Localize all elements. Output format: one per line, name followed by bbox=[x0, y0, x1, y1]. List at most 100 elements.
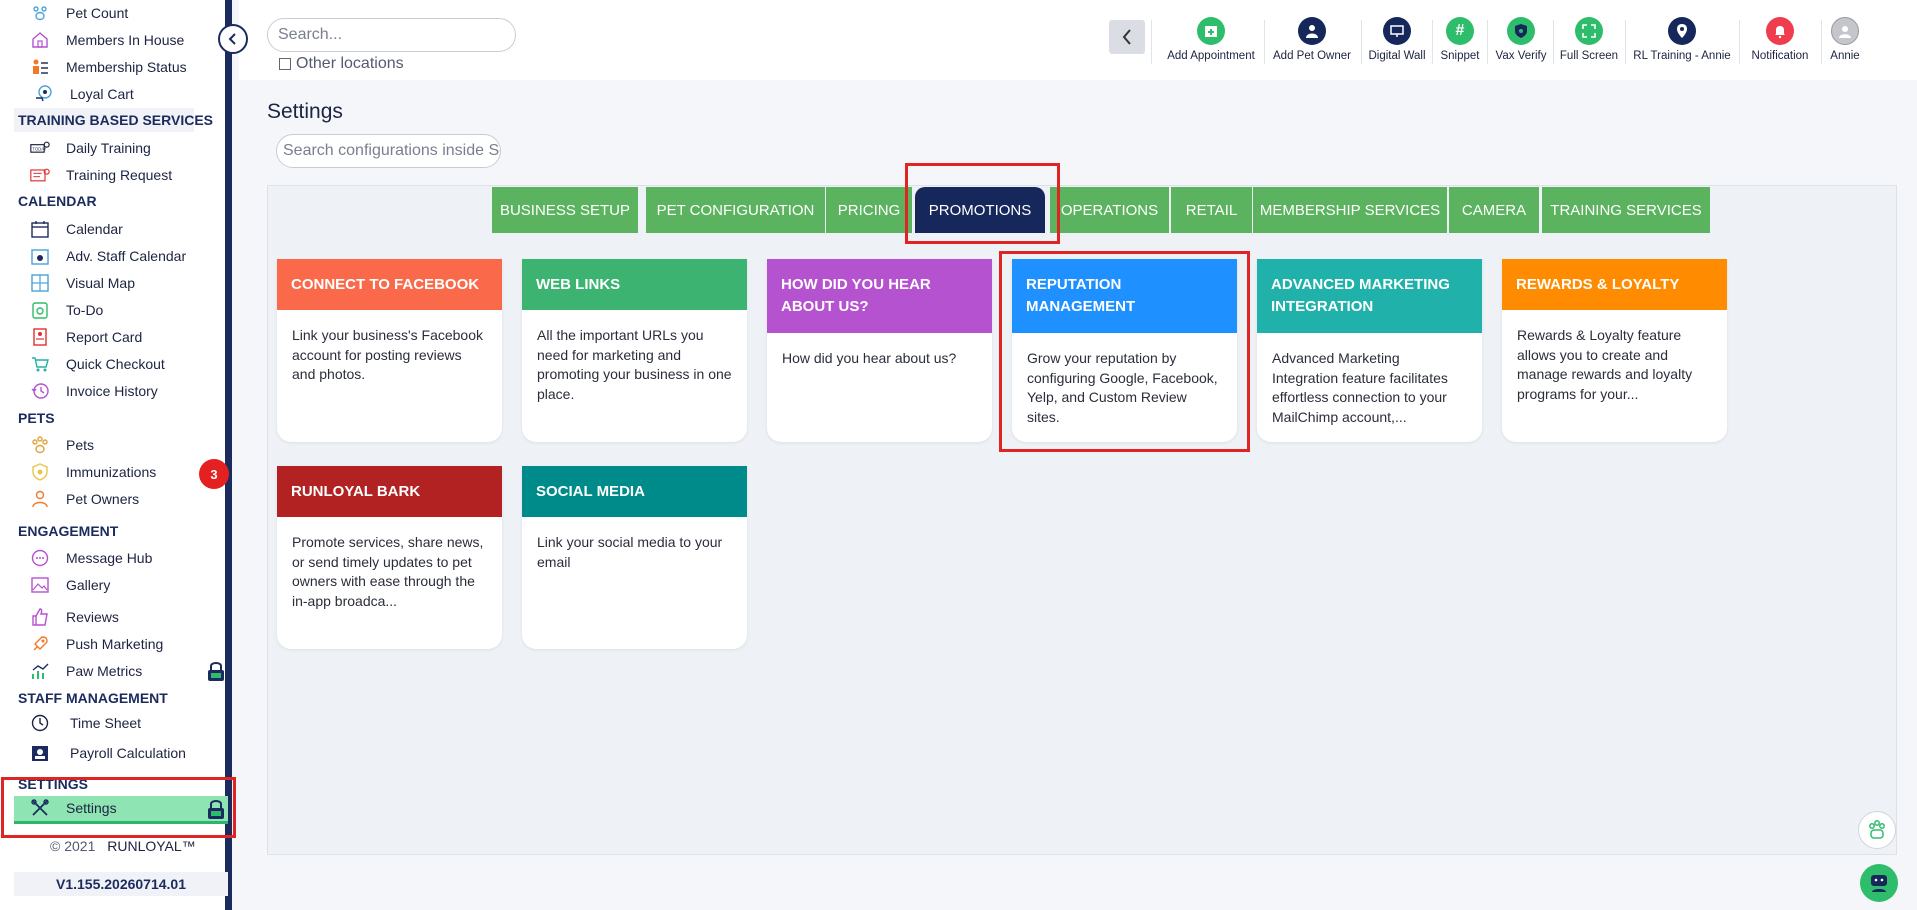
sidebar-item-membership-status[interactable]: Membership Status bbox=[28, 56, 187, 78]
sidebar-item-label: Invoice History bbox=[66, 383, 158, 399]
tab-pricing[interactable]: PRICING bbox=[826, 187, 912, 233]
sidebar-item-training-request[interactable]: Training Request bbox=[28, 164, 172, 186]
sidebar-item-label: Settings bbox=[66, 800, 117, 816]
collapse-sidebar-button[interactable] bbox=[218, 24, 248, 54]
tab-training-services[interactable]: TRAINING SERVICES bbox=[1542, 187, 1710, 233]
user-menu-button[interactable]: Annie bbox=[1825, 17, 1865, 67]
divider bbox=[1821, 20, 1822, 64]
card-social-media[interactable]: SOCIAL MEDIA Link your social media to y… bbox=[522, 466, 747, 649]
sidebar-item-calendar[interactable]: Calendar bbox=[28, 218, 123, 240]
report-card-icon bbox=[28, 326, 52, 348]
global-search-input[interactable]: Search... bbox=[267, 18, 516, 52]
sidebar-item-gallery[interactable]: Gallery bbox=[28, 574, 110, 596]
card-description: Grow your reputation by configuring Goog… bbox=[1027, 350, 1218, 425]
full-screen-button[interactable]: Full Screen bbox=[1557, 17, 1621, 67]
digital-wall-button[interactable]: Digital Wall bbox=[1365, 17, 1429, 67]
tab-camera[interactable]: CAMERA bbox=[1449, 187, 1539, 233]
action-label: Snippet bbox=[1440, 50, 1480, 62]
tab-membership-services[interactable]: MEMBERSHIP SERVICES bbox=[1253, 187, 1447, 233]
chat-icon bbox=[1871, 875, 1887, 892]
paw-help-button[interactable] bbox=[1858, 811, 1896, 849]
sidebar-item-members-in-house[interactable]: Members In House bbox=[28, 29, 184, 51]
copyright-text: © 2021 bbox=[50, 838, 96, 854]
section-heading-settings: SETTINGS bbox=[18, 776, 89, 792]
sidebar-item-label: Loyal Cart bbox=[70, 86, 134, 102]
card-how-did-you-hear[interactable]: HOW DID YOU HEAR ABOUT US? How did you h… bbox=[767, 259, 992, 442]
vax-verify-button[interactable]: Vax Verify bbox=[1491, 17, 1551, 67]
brand-name: RUNLOYAL™ bbox=[107, 838, 196, 854]
sidebar-item-loyal-cart[interactable]: Loyal Cart bbox=[32, 83, 134, 105]
card-rewards-loyalty[interactable]: REWARDS & LOYALTY Rewards & Loyalty feat… bbox=[1502, 259, 1727, 442]
sidebar-item-pet-owners[interactable]: Pet Owners bbox=[28, 488, 139, 510]
sidebar-item-reviews[interactable]: Reviews bbox=[28, 606, 119, 628]
checkbox-box[interactable] bbox=[279, 58, 291, 70]
divider bbox=[1151, 20, 1152, 64]
sidebar-item-label: Adv. Staff Calendar bbox=[66, 248, 187, 264]
bell-icon bbox=[1766, 17, 1794, 45]
map-icon bbox=[28, 272, 52, 294]
card-web-links[interactable]: WEB LINKS All the important URLs you nee… bbox=[522, 259, 747, 442]
sidebar-item-label: Pet Count bbox=[66, 5, 129, 21]
card-advanced-marketing-integration[interactable]: ADVANCED MARKETING INTEGRATION Advanced … bbox=[1257, 259, 1482, 442]
svg-text:TODAY: TODAY bbox=[33, 147, 47, 152]
other-locations-checkbox[interactable]: Other locations bbox=[279, 55, 404, 73]
sidebar-item-label: Training Request bbox=[66, 167, 173, 183]
tab-pet-configuration[interactable]: PET CONFIGURATION bbox=[646, 187, 825, 233]
sidebar-item-pets[interactable]: Pets bbox=[28, 434, 94, 456]
sidebar-item-visual-map[interactable]: Visual Map bbox=[28, 272, 135, 294]
action-label: Vax Verify bbox=[1495, 50, 1547, 62]
sidebar-item-message-hub[interactable]: Message Hub bbox=[28, 547, 152, 569]
sidebar-item-invoice-history[interactable]: Invoice History bbox=[28, 380, 158, 402]
divider bbox=[1487, 20, 1488, 64]
sidebar-item-immunizations[interactable]: Immunizations bbox=[28, 461, 156, 483]
chat-support-button[interactable] bbox=[1860, 864, 1898, 902]
sidebar-item-pet-count[interactable]: Pet Count bbox=[28, 2, 128, 24]
config-search-input[interactable]: Search configurations inside Settings bbox=[276, 134, 501, 168]
chevron-left-icon bbox=[228, 33, 236, 45]
tab-promotions[interactable]: PROMOTIONS bbox=[915, 187, 1045, 233]
calendar-icon bbox=[28, 218, 52, 240]
card-description: Advanced Marketing Integration feature f… bbox=[1272, 350, 1448, 425]
avatar-icon bbox=[1831, 17, 1859, 45]
sidebar-item-label: Members In House bbox=[66, 32, 185, 48]
snippet-button[interactable]: # Snippet bbox=[1436, 17, 1484, 67]
tab-retail[interactable]: RETAIL bbox=[1171, 187, 1252, 233]
notification-button[interactable]: Notification bbox=[1743, 17, 1817, 67]
paw-icon bbox=[1869, 820, 1885, 839]
rocket-icon bbox=[28, 633, 52, 655]
card-connect-to-facebook[interactable]: CONNECT TO FACEBOOK Link your business's… bbox=[277, 259, 502, 442]
sidebar-item-quick-checkout[interactable]: Quick Checkout bbox=[28, 353, 165, 375]
section-heading-training: TRAINING BASED SERVICES bbox=[18, 112, 213, 128]
immunizations-badge[interactable]: 3 bbox=[199, 459, 229, 489]
sidebar-item-payroll-calculation[interactable]: Payroll Calculation bbox=[28, 742, 186, 764]
tab-business-setup[interactable]: BUSINESS SETUP bbox=[492, 187, 638, 233]
sidebar-item-todo[interactable]: To-Do bbox=[28, 299, 103, 321]
back-button[interactable] bbox=[1109, 20, 1145, 54]
sidebar-item-push-marketing[interactable]: Push Marketing bbox=[28, 633, 163, 655]
paw-icon bbox=[28, 434, 52, 456]
payroll-icon bbox=[28, 742, 52, 764]
sidebar-item-time-sheet[interactable]: Time Sheet bbox=[28, 712, 141, 734]
version-label: V1.155.20260714.01 bbox=[14, 872, 228, 896]
chevron-left-icon bbox=[1122, 29, 1131, 45]
thumbs-up-icon bbox=[28, 606, 52, 628]
sidebar-item-settings[interactable]: Settings bbox=[28, 797, 117, 819]
add-pet-owner-button[interactable]: Add Pet Owner bbox=[1267, 17, 1357, 67]
sidebar-item-label: Calendar bbox=[66, 221, 123, 237]
card-reputation-management[interactable]: REPUTATION MANAGEMENT Grow your reputati… bbox=[1012, 259, 1237, 442]
card-runloyal-bark[interactable]: RUNLOYAL BARK Promote services, share ne… bbox=[277, 466, 502, 649]
sidebar-item-label: Payroll Calculation bbox=[70, 745, 186, 761]
sidebar-item-report-card[interactable]: Report Card bbox=[28, 326, 142, 348]
person-icon bbox=[28, 488, 52, 510]
tab-operations[interactable]: OPERATIONS bbox=[1050, 187, 1169, 233]
sidebar-item-paw-metrics[interactable]: Paw Metrics bbox=[28, 660, 142, 682]
cart-icon bbox=[32, 83, 56, 105]
sidebar-item-adv-staff-calendar[interactable]: Adv. Staff Calendar bbox=[28, 245, 186, 267]
sidebar-item-daily-training[interactable]: TODAY Daily Training bbox=[28, 137, 151, 159]
location-switcher-button[interactable]: RL Training - Annie bbox=[1629, 17, 1735, 67]
invoice-icon bbox=[28, 380, 52, 402]
sidebar-item-label: Paw Metrics bbox=[66, 663, 143, 679]
add-appointment-button[interactable]: Add Appointment bbox=[1161, 17, 1261, 67]
add-person-icon bbox=[1298, 17, 1326, 45]
action-label: RL Training - Annie bbox=[1633, 50, 1731, 62]
